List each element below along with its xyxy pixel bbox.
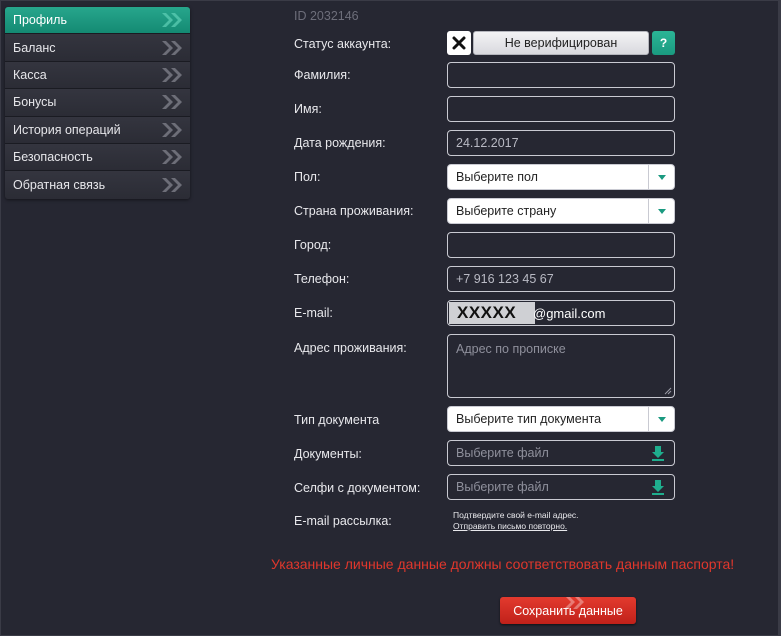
chevron-down-icon: [657, 174, 666, 180]
name-field[interactable]: [447, 96, 675, 122]
dropdown-toggle[interactable]: [648, 407, 674, 431]
help-button[interactable]: ?: [652, 31, 675, 55]
save-button[interactable]: Сохранить данные: [500, 597, 636, 624]
email-redaction: XXXXX: [449, 302, 535, 324]
sidebar-item-balance[interactable]: Баланс: [5, 34, 190, 62]
save-button-label: Сохранить данные: [513, 603, 623, 618]
country-select[interactable]: Выберите страну: [447, 198, 675, 224]
city-label: Город:: [294, 238, 332, 252]
address-label: Адрес проживания:: [294, 341, 407, 355]
address-textarea[interactable]: Адрес по прописке: [447, 334, 675, 398]
sidebar-menu: Профиль Баланс Касса Бонусы История опер…: [5, 7, 190, 199]
download-icon[interactable]: [650, 445, 666, 461]
doc-type-label: Тип документа: [294, 413, 380, 427]
documents-file-input[interactable]: Выберите файл: [447, 440, 675, 466]
sidebar-item-label: Касса: [13, 67, 47, 82]
doc-type-select[interactable]: Выберите тип документа: [447, 406, 675, 432]
chevron-right-icon: [162, 122, 182, 137]
chevron-right-icon: [162, 150, 182, 165]
email-label: E-mail:: [294, 306, 333, 320]
sidebar-item-security[interactable]: Безопасность: [5, 143, 190, 172]
address-placeholder: Адрес по прописке: [456, 342, 566, 356]
chevron-down-icon: [657, 208, 666, 214]
verification-status-button[interactable]: Не верифицирован: [473, 31, 649, 55]
sidebar-item-history[interactable]: История операций: [5, 116, 190, 144]
name-label: Имя:: [294, 102, 322, 116]
chevron-right-icon: [162, 67, 182, 82]
sidebar-item-profile[interactable]: Профиль: [5, 7, 190, 35]
chevron-right-icon: [162, 40, 182, 55]
chevron-right-icon: [162, 95, 182, 110]
sidebar-item-label: Бонусы: [13, 95, 57, 110]
doc-type-value: Выберите тип документа: [456, 412, 602, 426]
city-field[interactable]: [447, 232, 675, 258]
chevron-right-icon: [162, 13, 182, 28]
sidebar-item-label: Безопасность: [13, 150, 93, 165]
surname-field[interactable]: [447, 62, 675, 88]
chevron-right-icon: [162, 178, 182, 193]
gender-select[interactable]: Выберите пол: [447, 164, 675, 190]
sidebar-item-label: Профиль: [13, 13, 67, 28]
newsletter-confirm-text: Подтвердите свой e-mail адрес.: [453, 510, 579, 520]
newsletter-label: E-mail рассылка:: [294, 514, 392, 528]
sidebar-item-label: Обратная связь: [13, 178, 106, 193]
selfie-label: Селфи с документом:: [294, 481, 421, 495]
sidebar-item-label: Баланс: [13, 40, 56, 55]
country-value: Выберите страну: [456, 204, 557, 218]
birth-date-label: Дата рождения:: [294, 136, 386, 150]
birth-date-value: 24.12.2017: [456, 136, 519, 150]
account-id: ID 2032146: [294, 9, 359, 23]
sidebar-item-feedback[interactable]: Обратная связь: [5, 171, 190, 199]
documents-placeholder: Выберите файл: [456, 446, 549, 460]
newsletter-note: Подтвердите свой e-mail адрес. Отправить…: [453, 510, 579, 532]
dropdown-toggle[interactable]: [648, 199, 674, 223]
dropdown-toggle[interactable]: [648, 165, 674, 189]
selfie-placeholder: Выберите файл: [456, 480, 549, 494]
phone-label: Телефон:: [294, 272, 350, 286]
sidebar-item-bonuses[interactable]: Бонусы: [5, 89, 190, 117]
gender-value: Выберите пол: [456, 170, 538, 184]
selfie-file-input[interactable]: Выберите файл: [447, 474, 675, 500]
documents-label: Документы:: [294, 447, 362, 461]
download-icon[interactable]: [650, 479, 666, 495]
passport-warning: Указанные личные данные должны соответст…: [271, 556, 735, 572]
phone-field[interactable]: +7 916 123 45 67: [447, 266, 675, 292]
status-label: Статус аккаунта:: [294, 37, 392, 51]
resend-email-link[interactable]: Отправить письмо повторно.: [453, 521, 579, 532]
gender-label: Пол:: [294, 170, 321, 184]
resize-grip-icon[interactable]: [664, 387, 672, 395]
email-domain: @gmail.com: [533, 306, 606, 321]
birth-date-field[interactable]: 24.12.2017: [447, 130, 675, 156]
country-label: Страна проживания:: [294, 204, 414, 218]
surname-label: Фамилия:: [294, 68, 351, 82]
unverified-x-icon: [447, 31, 471, 55]
chevron-down-icon: [657, 416, 666, 422]
sidebar-item-label: История операций: [13, 122, 121, 137]
sidebar-item-cashier[interactable]: Касса: [5, 61, 190, 90]
phone-value: +7 916 123 45 67: [456, 272, 554, 286]
